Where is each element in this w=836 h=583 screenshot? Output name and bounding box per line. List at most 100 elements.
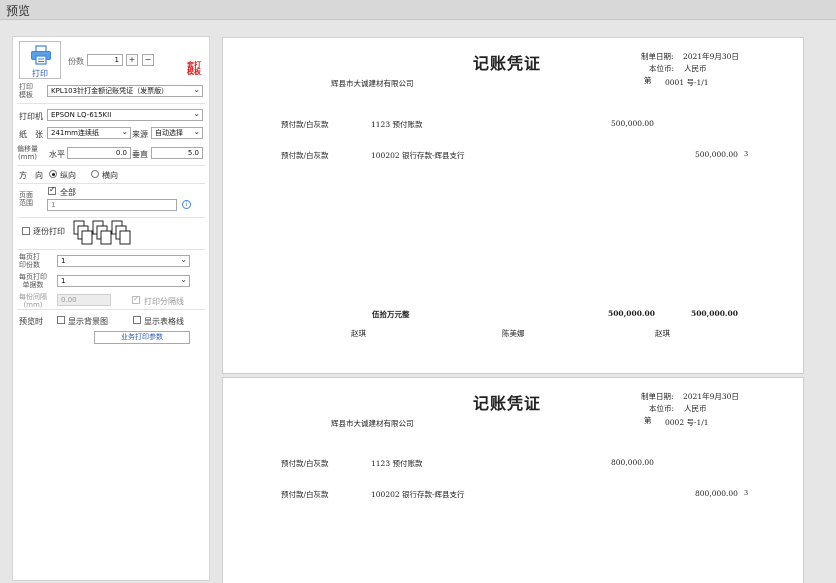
row-account: 1123 预付账款 — [371, 120, 423, 129]
divider — [17, 309, 205, 310]
separator-checkbox[interactable] — [132, 294, 140, 304]
voucher-date: 2021年9月30日 — [683, 52, 739, 61]
collate-pages-icon — [73, 220, 131, 245]
printer-icon — [31, 45, 51, 65]
show-grid-label: 显示表格线 — [144, 317, 184, 326]
voucher-date: 2021年9月30日 — [683, 392, 739, 401]
chevron-down-icon: ⌄ — [193, 127, 200, 136]
preview-area: 记账凭证 制单日期: 2021年9月30日 本位币: 人民币 第 0001 号-… — [222, 36, 836, 583]
company-name: 辉县市大诚建材有限公司 — [331, 419, 414, 428]
offset-label: 偏移量 (mm) — [17, 145, 38, 161]
row-summary: 预付款/白灰款 — [281, 151, 329, 160]
copies-label: 份数 — [68, 57, 84, 66]
window-title: 预览 — [6, 4, 31, 18]
spacing-label: 每份间隔 (mm) — [19, 293, 47, 309]
row-debit: 800,000.00 — [611, 458, 654, 467]
print-button[interactable]: 打印 — [19, 41, 61, 79]
voucher-currency: 人民币 — [684, 64, 707, 73]
per-page-copies-value: 1 — [61, 257, 66, 265]
company-name: 辉县市大诚建材有限公司 — [331, 79, 414, 88]
date-label: 制单日期: — [641, 392, 674, 401]
direction-label: 方 向 — [19, 171, 43, 180]
printer-label: 打印机 — [19, 112, 43, 121]
window-titlebar: 预览 — [0, 0, 836, 20]
signer-name: 赵琪 — [351, 329, 366, 338]
landscape-label: 横向 — [102, 171, 118, 180]
horizontal-offset-input[interactable]: 0.0 — [67, 147, 131, 159]
voucher-title: 记账凭证 — [473, 54, 542, 73]
voucher-number: 0002 号-1/1 — [665, 418, 709, 427]
portrait-radio[interactable] — [49, 170, 57, 178]
row-summary: 预付款/白灰款 — [281, 490, 329, 499]
template-select[interactable]: KPL103针打金额记账凭证（发票版） ⌄ — [47, 85, 203, 97]
print-settings-panel: 打印 份数 1 + − 套打 模板 打印 模板 KPL103针打金额记账凭证（发… — [12, 36, 210, 581]
row-summary: 预付款/白灰款 — [281, 459, 329, 468]
show-grid-checkbox[interactable] — [133, 316, 141, 324]
copies-input[interactable]: 1 — [87, 54, 123, 66]
row-account: 100202 银行存款-辉县支行 — [371, 490, 465, 499]
signer-name: 赵琪 — [655, 329, 670, 338]
vertical-offset-input[interactable]: 5.0 — [151, 147, 203, 159]
printer-select-value: EPSON LQ-615KII — [51, 111, 112, 119]
paper-select[interactable]: 241mm连续纸 ⌄ — [47, 127, 131, 139]
all-pages-checkbox[interactable] — [48, 185, 56, 195]
portrait-label: 纵向 — [60, 171, 76, 180]
currency-label: 本位币: — [649, 404, 675, 413]
chevron-down-icon: ⌄ — [193, 109, 200, 118]
number-label: 第 — [644, 76, 652, 85]
template-select-value: KPL103针打金额记账凭证（发票版） — [51, 87, 169, 95]
collate-checkbox[interactable] — [22, 227, 30, 235]
total-in-words: 伍拾万元整 — [372, 310, 410, 319]
per-page-copies-label: 每页打 印份数 — [19, 253, 40, 269]
chevron-down-icon: ⌄ — [193, 85, 200, 94]
row-mark: 3 — [744, 489, 749, 497]
date-label: 制单日期: — [641, 52, 674, 61]
vertical-label: 垂直 — [132, 150, 148, 159]
per-page-copies-select[interactable]: 1 ⌄ — [57, 255, 190, 267]
business-print-params-button[interactable]: 业务打印参数 — [94, 331, 190, 344]
row-debit: 500,000.00 — [611, 119, 654, 128]
source-label: 来源 — [132, 130, 148, 139]
source-select-value: 自动选择 — [155, 129, 183, 137]
show-background-checkbox[interactable] — [57, 316, 65, 324]
row-credit: 500,000.00 — [695, 150, 738, 159]
landscape-radio[interactable] — [91, 170, 99, 178]
horizontal-label: 水平 — [49, 150, 65, 159]
divider — [17, 249, 205, 250]
template-label: 打印 模板 — [19, 83, 33, 99]
chevron-down-icon: ⌄ — [180, 255, 187, 264]
info-icon[interactable]: i — [182, 200, 191, 209]
signer-name: 陈美娜 — [502, 329, 525, 338]
source-select[interactable]: 自动选择 ⌄ — [151, 127, 203, 139]
copies-increment-button[interactable]: + — [126, 54, 138, 66]
range-label: 页面 范围 — [19, 191, 33, 207]
paper-label: 纸 张 — [19, 130, 43, 139]
voucher-page: 记账凭证 制单日期: 2021年9月30日 本位币: 人民币 第 0001 号-… — [222, 37, 804, 374]
divider — [17, 183, 205, 184]
per-page-docs-select[interactable]: 1 ⌄ — [57, 275, 190, 287]
voucher-number: 0001 号-1/1 — [665, 78, 709, 87]
voucher-title: 记账凭证 — [473, 394, 542, 413]
voucher-page: 记账凭证 制单日期: 2021年9月30日 本位币: 人民币 第 0002 号-… — [222, 377, 804, 583]
preview-label: 预览时 — [19, 317, 43, 326]
total-credit: 500,000.00 — [691, 309, 738, 318]
divider — [17, 165, 205, 166]
spacing-input[interactable]: 0.00 — [57, 294, 111, 306]
print-button-label: 打印 — [32, 69, 48, 78]
show-background-label: 显示背景图 — [68, 317, 108, 326]
overprint-template-link[interactable]: 套打 模板 — [187, 62, 201, 76]
printer-select[interactable]: EPSON LQ-615KII ⌄ — [47, 109, 203, 121]
page-range-input[interactable]: 1 — [47, 199, 177, 211]
copies-decrement-button[interactable]: − — [142, 54, 154, 66]
collate-label: 逐份打印 — [33, 227, 65, 236]
row-mark: 3 — [744, 150, 749, 158]
divider — [17, 103, 205, 104]
chevron-down-icon: ⌄ — [121, 127, 128, 136]
row-credit: 800,000.00 — [695, 489, 738, 498]
number-label: 第 — [644, 416, 652, 425]
paper-select-value: 241mm连续纸 — [51, 129, 99, 137]
separator-label: 打印分隔线 — [144, 297, 184, 306]
per-page-docs-label: 每页打印 单据数 — [19, 273, 47, 289]
voucher-currency: 人民币 — [684, 404, 707, 413]
row-account: 100202 银行存款-辉县支行 — [371, 151, 465, 160]
